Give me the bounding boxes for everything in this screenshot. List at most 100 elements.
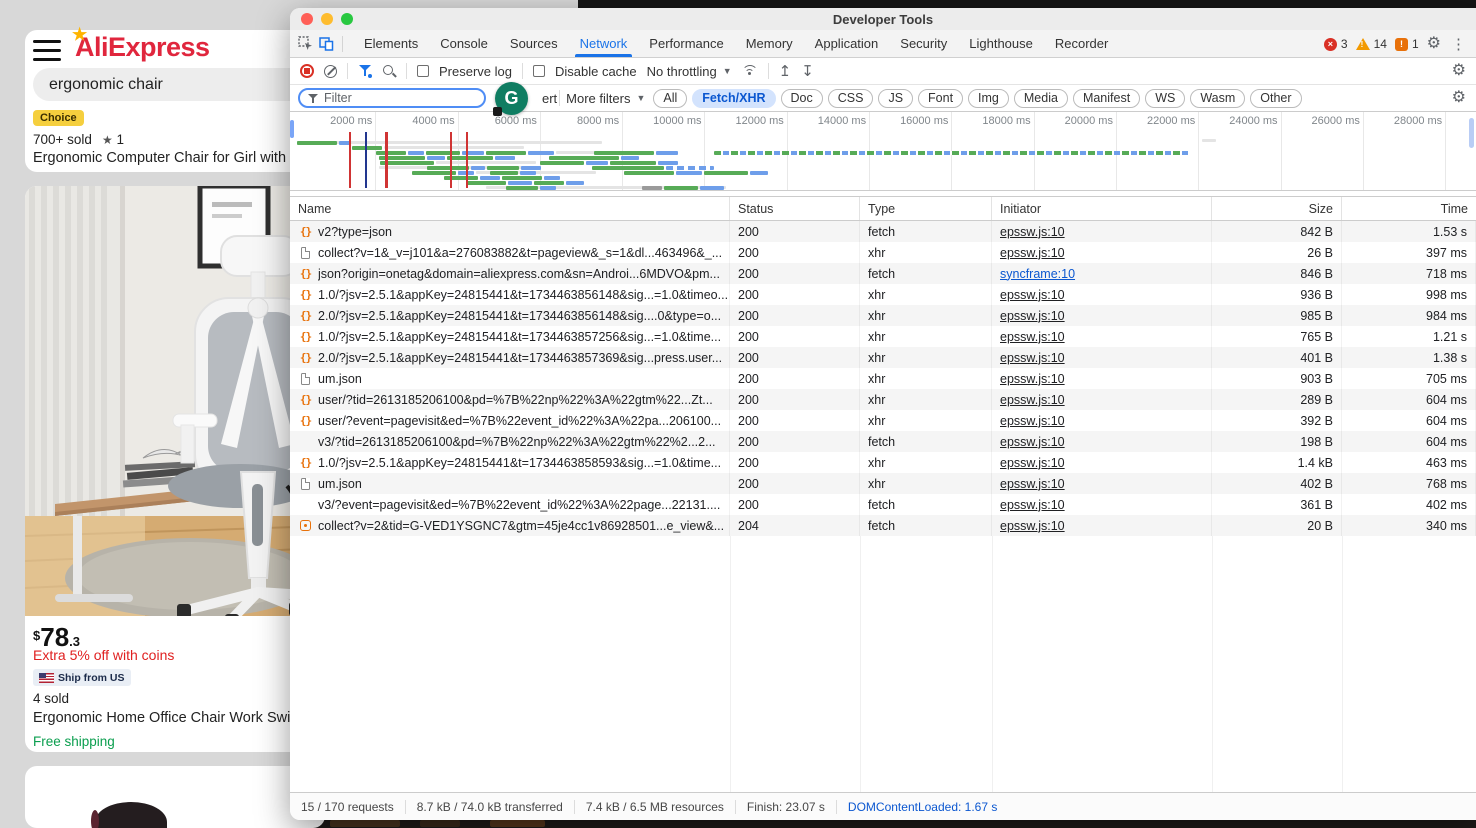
request-name[interactable]: 1.0/?jsv=2.5.1&appKey=24815441&t=1734463…: [318, 330, 721, 344]
product-title[interactable]: Ergonomic Computer Chair for Girl with F…: [33, 150, 319, 166]
table-row[interactable]: {}1.0/?jsv=2.5.1&appKey=24815441&t=17344…: [290, 284, 1476, 305]
disable-cache-checkbox[interactable]: [533, 65, 545, 77]
settings-gear-icon[interactable]: ⚙: [1427, 36, 1441, 52]
export-har-icon[interactable]: ↧: [801, 64, 814, 79]
grammarly-badge-icon[interactable]: G: [495, 82, 528, 115]
filter-pill-media[interactable]: Media: [1014, 89, 1068, 108]
preserve-log-label[interactable]: Preserve log: [439, 64, 512, 79]
request-initiator-link[interactable]: epssw.js:10: [1000, 225, 1065, 239]
network-overview-timeline[interactable]: 2000 ms4000 ms6000 ms8000 ms10000 ms1200…: [290, 112, 1476, 191]
filter-pill-manifest[interactable]: Manifest: [1073, 89, 1140, 108]
tab-recorder[interactable]: Recorder: [1044, 30, 1119, 57]
minimize-window-button[interactable]: [321, 13, 333, 25]
request-initiator-link[interactable]: epssw.js:10: [1000, 246, 1065, 260]
aliexpress-next-product-card[interactable]: [25, 766, 325, 828]
request-initiator-link[interactable]: epssw.js:10: [1000, 330, 1065, 344]
tab-console[interactable]: Console: [429, 30, 499, 57]
request-name[interactable]: 2.0/?jsv=2.5.1&appKey=24815441&t=1734463…: [318, 309, 721, 323]
request-initiator-link[interactable]: syncframe:10: [1000, 267, 1075, 281]
throttling-dropdown[interactable]: No throttling▼: [647, 64, 732, 79]
request-name[interactable]: 1.0/?jsv=2.5.1&appKey=24815441&t=1734463…: [318, 456, 721, 470]
tab-sources[interactable]: Sources: [499, 30, 569, 57]
filter-pill-wasm[interactable]: Wasm: [1190, 89, 1245, 108]
tab-elements[interactable]: Elements: [353, 30, 429, 57]
request-initiator-link[interactable]: epssw.js:10: [1000, 477, 1065, 491]
tab-application[interactable]: Application: [804, 30, 890, 57]
filter-pill-all[interactable]: All: [653, 89, 687, 108]
table-row[interactable]: {}json?origin=onetag&domain=aliexpress.c…: [290, 263, 1476, 284]
disable-cache-label[interactable]: Disable cache: [555, 64, 637, 79]
request-initiator-link[interactable]: epssw.js:10: [1000, 456, 1065, 470]
request-name[interactable]: v3/?event=pagevisit&ed=%7B%22event_id%22…: [318, 498, 720, 512]
inspect-element-icon[interactable]: [298, 36, 313, 51]
table-row[interactable]: {}1.0/?jsv=2.5.1&appKey=24815441&t=17344…: [290, 326, 1476, 347]
clear-network-log-button[interactable]: [324, 65, 337, 78]
tab-network[interactable]: Network: [569, 30, 639, 57]
request-name[interactable]: v2?type=json: [318, 225, 392, 239]
request-name[interactable]: um.json: [318, 372, 362, 386]
filter-pill-img[interactable]: Img: [968, 89, 1009, 108]
table-row[interactable]: {}2.0/?jsv=2.5.1&appKey=24815441&t=17344…: [290, 347, 1476, 368]
column-header-type[interactable]: Type: [860, 197, 992, 220]
table-row[interactable]: um.json200xhrepssw.js:10402 B768 ms: [290, 473, 1476, 494]
menu-icon[interactable]: [33, 40, 61, 61]
column-header-status[interactable]: Status: [730, 197, 860, 220]
request-initiator-link[interactable]: epssw.js:10: [1000, 498, 1065, 512]
filter-pill-other[interactable]: Other: [1250, 89, 1301, 108]
request-name[interactable]: user/?tid=2613185206100&pd=%7B%22np%22%3…: [318, 393, 713, 407]
column-header-size[interactable]: Size: [1212, 197, 1342, 220]
filter-input[interactable]: Filter: [298, 88, 486, 108]
more-options-icon[interactable]: ⋮: [1449, 35, 1468, 53]
search-network-icon[interactable]: [382, 64, 396, 78]
device-toolbar-icon[interactable]: [319, 36, 334, 51]
request-name[interactable]: um.json: [318, 477, 362, 491]
filter-pill-js[interactable]: JS: [878, 89, 913, 108]
request-initiator-link[interactable]: epssw.js:10: [1000, 309, 1065, 323]
table-row[interactable]: collect?v=1&_v=j101&a=276083882&t=pagevi…: [290, 242, 1476, 263]
preserve-log-checkbox[interactable]: [417, 65, 429, 77]
table-row[interactable]: v3/?tid=2613185206100&pd=%7B%22np%22%3A%…: [290, 431, 1476, 452]
error-badge-icon[interactable]: ×: [1324, 38, 1337, 51]
timeline-scrollbar[interactable]: [1469, 118, 1474, 148]
table-row[interactable]: collect?v=2&tid=G-VED1YSGNC7&gtm=45je4cc…: [290, 515, 1476, 536]
aliexpress-product-card[interactable]: $78.3 Extra 5% off with coins Ship from …: [25, 186, 325, 752]
request-name[interactable]: collect?v=2&tid=G-VED1YSGNC7&gtm=45je4cc…: [318, 519, 724, 533]
warning-badge-icon[interactable]: [1356, 38, 1370, 50]
request-initiator-link[interactable]: epssw.js:10: [1000, 393, 1065, 407]
aliexpress-logo[interactable]: ★AliExpress: [75, 32, 210, 63]
close-window-button[interactable]: [301, 13, 313, 25]
request-name[interactable]: 1.0/?jsv=2.5.1&appKey=24815441&t=1734463…: [318, 288, 728, 302]
request-initiator-link[interactable]: epssw.js:10: [1000, 519, 1065, 533]
column-header-initiator[interactable]: Initiator: [992, 197, 1212, 220]
tab-lighthouse[interactable]: Lighthouse: [958, 30, 1044, 57]
filter-pill-doc[interactable]: Doc: [781, 89, 823, 108]
column-header-name[interactable]: Name: [290, 197, 730, 220]
invert-label-fragment[interactable]: ert: [542, 91, 557, 106]
filter-pill-fetch-xhr[interactable]: Fetch/XHR: [692, 89, 775, 108]
request-initiator-link[interactable]: epssw.js:10: [1000, 372, 1065, 386]
request-name[interactable]: v3/?tid=2613185206100&pd=%7B%22np%22%3A%…: [318, 435, 716, 449]
table-row[interactable]: {}v2?type=json200fetchepssw.js:10842 B1.…: [290, 221, 1476, 242]
network-settings-gear-icon[interactable]: ⚙: [1452, 63, 1466, 79]
zoom-window-button[interactable]: [341, 13, 353, 25]
filter-pill-ws[interactable]: WS: [1145, 89, 1185, 108]
request-initiator-link[interactable]: epssw.js:10: [1000, 435, 1065, 449]
search-input[interactable]: ergonomic chair: [33, 68, 323, 101]
more-filters-dropdown[interactable]: More filters▼: [566, 91, 645, 106]
table-row[interactable]: {}user/?tid=2613185206100&pd=%7B%22np%22…: [290, 389, 1476, 410]
table-row[interactable]: {}user/?event=pagevisit&ed=%7B%22event_i…: [290, 410, 1476, 431]
record-network-log-button[interactable]: [300, 64, 314, 78]
table-row[interactable]: um.json200xhrepssw.js:10903 B705 ms: [290, 368, 1476, 389]
table-row[interactable]: {}2.0/?jsv=2.5.1&appKey=24815441&t=17344…: [290, 305, 1476, 326]
request-name[interactable]: 2.0/?jsv=2.5.1&appKey=24815441&t=1734463…: [318, 351, 722, 365]
table-row[interactable]: v3/?event=pagevisit&ed=%7B%22event_id%22…: [290, 494, 1476, 515]
request-name[interactable]: json?origin=onetag&domain=aliexpress.com…: [318, 267, 720, 281]
tab-memory[interactable]: Memory: [735, 30, 804, 57]
tab-performance[interactable]: Performance: [638, 30, 734, 57]
request-initiator-link[interactable]: epssw.js:10: [1000, 288, 1065, 302]
product-title[interactable]: Ergonomic Home Office Chair Work Swivel …: [33, 710, 321, 726]
timeline-left-handle[interactable]: [290, 120, 294, 138]
request-initiator-link[interactable]: epssw.js:10: [1000, 414, 1065, 428]
request-name[interactable]: collect?v=1&_v=j101&a=276083882&t=pagevi…: [318, 246, 722, 260]
tab-security[interactable]: Security: [889, 30, 958, 57]
